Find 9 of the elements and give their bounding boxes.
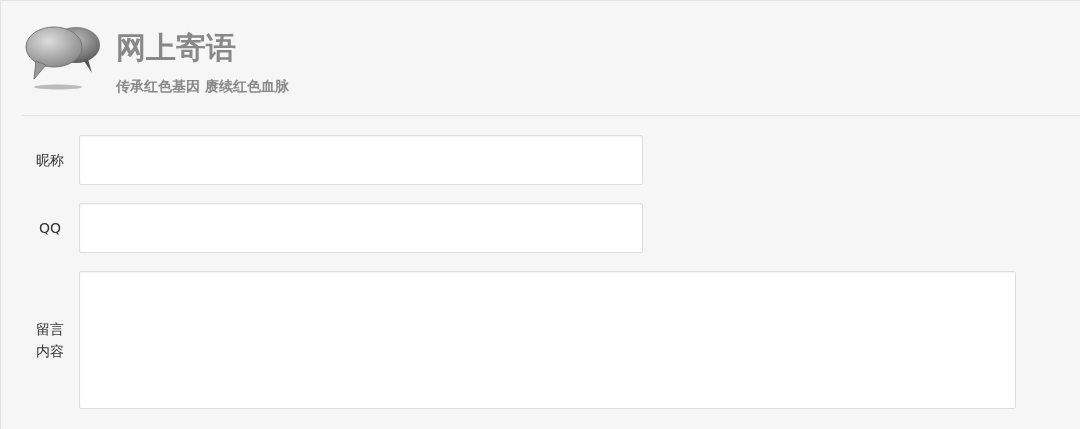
page-title: 网上寄语: [116, 30, 237, 66]
input-field[interactable]: [79, 135, 643, 185]
field-label: 留言内容: [35, 320, 65, 361]
slogan: 传承红色基因 赓续红色血脉: [116, 78, 289, 96]
field-label: 昵称: [35, 151, 65, 170]
field-label: QQ: [37, 219, 62, 238]
input-field[interactable]: [79, 203, 643, 253]
speech-bubbles-icon: [22, 23, 102, 91]
message-field[interactable]: [79, 271, 1016, 409]
